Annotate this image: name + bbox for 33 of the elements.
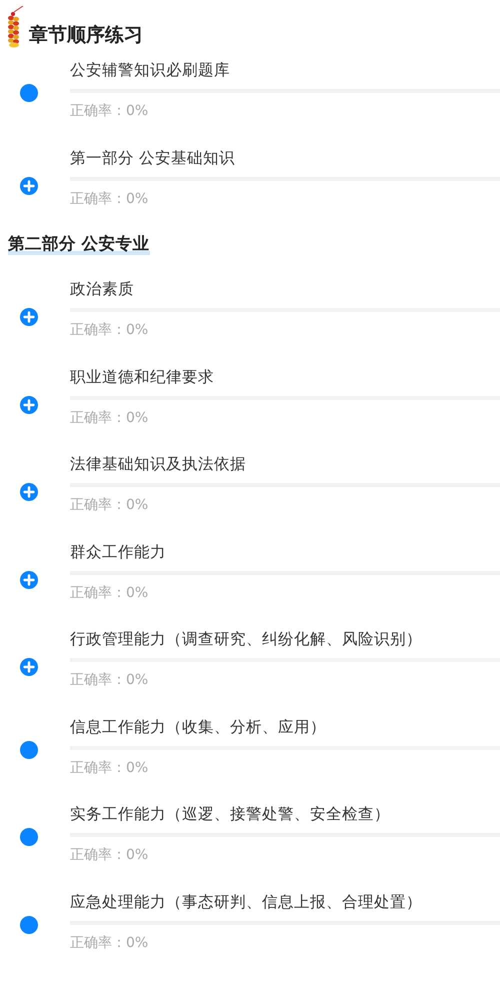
accuracy-text: 正确率：0% xyxy=(70,321,148,340)
chapter-title[interactable]: 法律基础知识及执法依据 xyxy=(70,452,246,476)
chapter-title[interactable]: 公安辅警知识必刷题库 xyxy=(70,58,230,82)
accuracy-text: 正确率：0% xyxy=(70,190,148,208)
section-heading: 第二部分 公安专业 xyxy=(8,233,150,255)
chapter-title[interactable]: 第一部分 公安基础知识 xyxy=(70,146,235,170)
chapter-title[interactable]: 行政管理能力（调查研究、纠纷化解、风险识别） xyxy=(70,627,422,651)
expand-icon[interactable] xyxy=(20,308,38,326)
dot-icon xyxy=(20,740,38,758)
expand-icon[interactable] xyxy=(20,658,38,676)
accuracy-text: 正确率：0% xyxy=(70,758,148,778)
accuracy-text: 正确率：0% xyxy=(70,934,148,952)
expand-icon[interactable] xyxy=(20,396,38,414)
accuracy-text: 正确率：0% xyxy=(70,671,148,690)
dot-icon xyxy=(20,84,38,102)
accuracy-text: 正确率：0% xyxy=(70,846,148,865)
accuracy-text: 正确率：0% xyxy=(70,408,148,428)
chapter-title[interactable]: 信息工作能力（收集、分析、应用） xyxy=(70,714,326,738)
chapter-title[interactable]: 政治素质 xyxy=(70,277,134,301)
accuracy-text: 正确率：0% xyxy=(70,102,148,121)
firecracker-icon xyxy=(6,6,26,48)
dot-icon xyxy=(20,916,38,934)
chapter-title[interactable]: 实务工作能力（巡逻、接警处警、安全检查） xyxy=(70,802,390,826)
expand-icon[interactable] xyxy=(20,483,38,501)
dot-icon xyxy=(20,828,38,846)
accuracy-text: 正确率：0% xyxy=(70,496,148,515)
expand-icon[interactable] xyxy=(20,570,38,588)
page-title: 章节顺序练习 xyxy=(29,23,143,48)
accuracy-text: 正确率：0% xyxy=(70,584,148,602)
chapter-title[interactable]: 职业道德和纪律要求 xyxy=(70,364,214,388)
chapter-title[interactable]: 群众工作能力 xyxy=(70,540,166,564)
chapter-title[interactable]: 应急处理能力（事态研判、信息上报、合理处置） xyxy=(70,890,422,914)
expand-icon[interactable] xyxy=(20,176,38,194)
